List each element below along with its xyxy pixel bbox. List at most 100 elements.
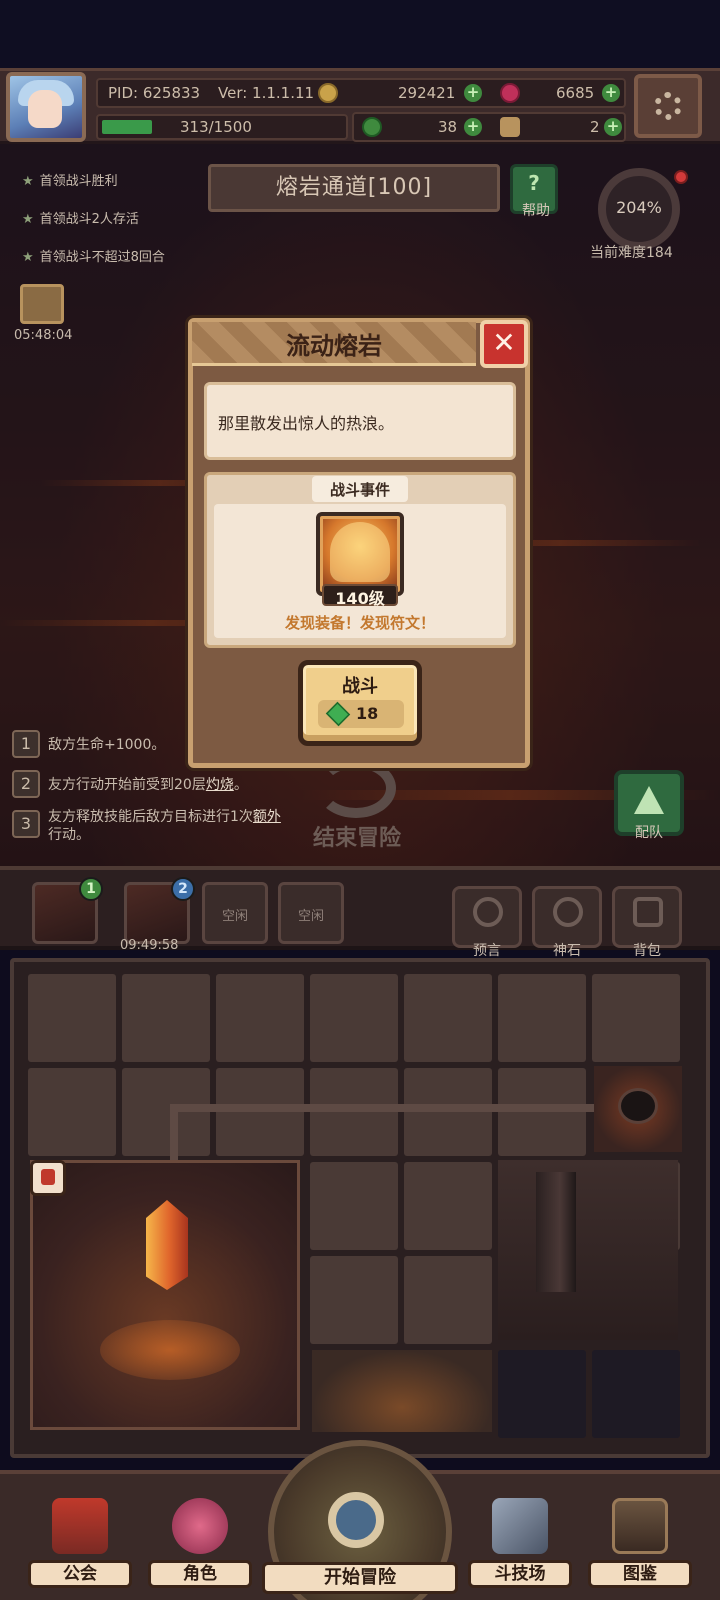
gold-coin-icon <box>318 83 338 103</box>
fire-crystal <box>146 1200 188 1290</box>
gift-timer: 05:48:04 <box>14 328 73 343</box>
map-cell[interactable] <box>404 974 492 1062</box>
nav-guild[interactable]: 公会 <box>28 1488 132 1592</box>
backpack-icon <box>633 897 663 927</box>
map-cell[interactable] <box>498 974 586 1062</box>
hud-items-row: 38 + 2 + <box>352 112 626 142</box>
lava-glow <box>100 1320 240 1380</box>
nav-codex-label: 图鉴 <box>588 1560 692 1588</box>
map-path <box>170 1104 610 1112</box>
guild-icon <box>52 1498 108 1554</box>
game-version: Ver: 1.1.1.11 <box>218 84 315 102</box>
current-crystal-room[interactable] <box>30 1160 300 1430</box>
map-path <box>170 1104 178 1164</box>
godstone-label: 神石 <box>553 943 581 959</box>
stone-pillar <box>536 1172 576 1292</box>
map-cell[interactable] <box>404 1068 492 1156</box>
map-cell[interactable] <box>216 1068 304 1156</box>
nav-arena[interactable]: 斗技场 <box>468 1488 572 1592</box>
party-slot-3[interactable]: 空闲 <box>202 882 268 944</box>
map-cell[interactable] <box>310 974 398 1062</box>
gem-amount: 6685 <box>556 84 595 102</box>
close-button[interactable]: ✕ <box>480 320 528 368</box>
map-cell[interactable] <box>592 974 680 1062</box>
map-cell[interactable] <box>498 1068 586 1156</box>
hud-resource-row: PID: 625833 Ver: 1.1.1.11 292421 + 6685 … <box>96 78 626 108</box>
map-cell[interactable] <box>122 974 210 1062</box>
player-id: PID: 625833 <box>108 84 201 102</box>
crossed-swords-icon <box>492 1498 548 1554</box>
add-gold-icon[interactable]: + <box>464 84 482 102</box>
add-gems-icon[interactable]: + <box>602 84 620 102</box>
nav-character[interactable]: 角色 <box>148 1488 252 1592</box>
start-adventure-label: 开始冒险 <box>262 1562 458 1594</box>
map-cell[interactable] <box>216 974 304 1062</box>
codex-book-icon <box>612 1498 668 1554</box>
current-room-marker-icon <box>30 1160 66 1196</box>
nav-character-label: 角色 <box>148 1560 252 1588</box>
map-cell[interactable] <box>310 1256 398 1344</box>
prophecy-label: 预言 <box>473 943 501 959</box>
nav-arena-label: 斗技场 <box>468 1560 572 1588</box>
prophecy-button[interactable] <box>452 886 522 948</box>
slot-badge: 1 <box>79 877 103 901</box>
slot-badge: 2 <box>171 877 195 901</box>
notification-dot <box>674 170 688 184</box>
slot-empty-label: 空闲 <box>297 909 324 924</box>
help-icon: ? <box>528 171 540 195</box>
quest-item: ★ 首领战斗胜利 <box>22 174 118 189</box>
add-clover-icon[interactable]: + <box>464 118 482 136</box>
godstone-icon <box>553 897 583 927</box>
party-slot-4[interactable]: 空闲 <box>278 882 344 944</box>
stage-title: 熔岩通道[100] <box>275 175 433 200</box>
slot-timer: 09:49:58 <box>120 938 179 953</box>
nav-codex[interactable]: 图鉴 <box>588 1488 692 1592</box>
fight-cost: 18 <box>356 704 379 723</box>
bomb-icon <box>618 1088 658 1124</box>
settings-button[interactable] <box>634 74 702 138</box>
event-title: 战斗事件 <box>329 481 390 499</box>
map-cell[interactable] <box>404 1256 492 1344</box>
map-cell[interactable] <box>28 1068 116 1156</box>
map-cell[interactable] <box>28 974 116 1062</box>
unexplored-cell[interactable] <box>498 1350 586 1438</box>
player-avatar[interactable] <box>6 72 86 142</box>
backpack-button[interactable] <box>612 886 682 948</box>
difficulty-label: 当前难度184 <box>590 245 673 261</box>
help-label: 帮助 <box>522 203 550 219</box>
map-cell[interactable] <box>404 1162 492 1250</box>
party-slot-2[interactable]: 2 <box>124 877 195 944</box>
difficulty-meter[interactable]: 204% <box>598 168 680 250</box>
nav-guild-label: 公会 <box>28 1560 132 1588</box>
scroll-amount: 2 <box>590 118 600 136</box>
modal-title: 流动熔岩 <box>286 332 382 360</box>
stamina-text: 313/1500 <box>180 118 252 136</box>
unexplored-cell[interactable] <box>592 1350 680 1438</box>
team-label: 配队 <box>635 825 663 841</box>
pillar-room[interactable] <box>498 1160 678 1340</box>
map-cell[interactable] <box>122 1068 210 1156</box>
slot-empty-label: 空闲 <box>221 909 248 924</box>
godstone-button[interactable] <box>532 886 602 948</box>
backpack-label: 背包 <box>633 943 661 959</box>
quest-item: ★ 首领战斗2人存活 <box>22 212 139 227</box>
clover-amount: 38 <box>438 118 458 136</box>
gem-icon <box>500 83 520 103</box>
map-cell[interactable] <box>310 1068 398 1156</box>
add-scroll-icon[interactable]: + <box>604 118 622 136</box>
magnifier-icon <box>328 1492 384 1548</box>
team-icon <box>634 786 664 814</box>
map-cell[interactable] <box>310 1162 398 1250</box>
stamina-fill <box>102 120 152 134</box>
prophecy-icon <box>473 897 503 927</box>
gear-icon <box>654 92 682 120</box>
fight-label: 战斗 <box>342 676 378 697</box>
clover-icon <box>362 117 382 137</box>
event-rewards: 发现装备！发现符文！ <box>284 614 435 632</box>
party-slot-1[interactable]: 1 <box>32 877 103 944</box>
gift-box-icon[interactable] <box>20 284 64 324</box>
ore-room[interactable] <box>312 1350 492 1432</box>
scroll-icon <box>500 117 520 137</box>
character-icon <box>172 1498 228 1554</box>
close-icon: ✕ <box>492 326 516 359</box>
